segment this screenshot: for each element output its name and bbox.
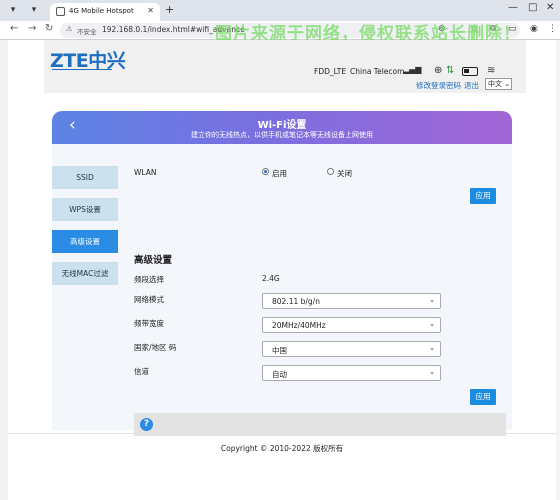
wlan-disable-label[interactable]: 关闭 [337, 168, 352, 179]
globe-icon: ⊕ [434, 65, 443, 76]
page-header: ZTE中兴 FDD_LTE China Telecom ▂▄▆ ⊕ ⇅ ≋ 修改… [44, 40, 526, 93]
reload-icon[interactable]: ↻ [45, 23, 53, 34]
bandwidth-value: 20MHz/40MHz [272, 321, 326, 330]
chevron-down-icon: ⌄ [429, 296, 435, 304]
bandwidth-label: 频带宽度 [134, 319, 164, 328]
new-tab-icon[interactable]: + [165, 3, 174, 16]
wifi-icon: ≋ [487, 65, 496, 76]
back-icon[interactable]: ← [10, 23, 18, 34]
chevron-down-icon: ⌄ [429, 320, 435, 328]
wlan-enable-label[interactable]: 启用 [272, 168, 287, 179]
settings-panel: SSID WPS设置 高级设置 无线MAC过滤 WLAN 启用 关闭 应用 高级… [52, 144, 512, 436]
wifi-settings-banner: ‹ Wi-Fi设置 建立你的无线热点，以供手机或笔记本等无线设备上网使用 [52, 111, 512, 144]
help-question-icon[interactable]: ? [140, 418, 153, 431]
copyright-text: Copyright © 2010-2022 版权所有 [220, 444, 344, 453]
footer-divider [8, 433, 556, 434]
insecure-warning-icon[interactable]: ⚠ [66, 25, 72, 33]
sidebar-item-wps[interactable]: WPS设置 [52, 198, 118, 221]
country-value: 中国 [272, 346, 287, 355]
page-favicon-icon [56, 7, 65, 16]
banner-title: Wi-Fi设置 [257, 120, 307, 131]
battery-icon [462, 67, 478, 76]
advanced-section-title: 高级设置 [134, 255, 173, 266]
router-admin-page: ZTE中兴 FDD_LTE China Telecom ▂▄▆ ⊕ ⇅ ≋ 修改… [8, 40, 556, 500]
sidebar-item-mac-filter[interactable]: 无线MAC过滤 [52, 262, 118, 285]
minimize-icon[interactable]: — [508, 2, 518, 13]
channel-label: 信道 [134, 367, 149, 376]
chevron-down-icon: ⌄ [429, 344, 435, 352]
band-label: 频段选择 [134, 275, 164, 284]
bandwidth-select[interactable]: 20MHz/40MHz ⌄ [262, 317, 441, 333]
tab-list-icon[interactable]: ▾ [27, 3, 41, 17]
operator-name: China Telecom [350, 67, 405, 76]
advanced-apply-button[interactable]: 应用 [470, 389, 496, 405]
chevron-down-icon: ⌄ [502, 80, 511, 88]
close-window-icon[interactable]: ✕ [546, 2, 554, 13]
banner-subtitle: 建立你的无线热点，以供手机或笔记本等无线设备上网使用 [191, 131, 373, 139]
network-mode-label: 网络模式 [134, 295, 164, 304]
maximize-icon[interactable]: □ [528, 2, 537, 13]
sidebar-item-advanced[interactable]: 高级设置 [52, 230, 118, 253]
close-tab-icon[interactable]: ✕ [147, 6, 154, 15]
language-select[interactable]: 中文 ⌄ [485, 78, 512, 90]
channel-select[interactable]: 自动 ⌄ [262, 365, 441, 381]
change-password-link[interactable]: 修改登录密码 [416, 80, 461, 91]
profile-icon[interactable]: ◉ [530, 24, 538, 34]
insecure-label: 不安全 [77, 28, 97, 36]
network-mode-value: 802.11 b/g/n [272, 297, 320, 306]
tab-title: 4G Mobile Hotspot [69, 7, 134, 15]
data-transfer-icon: ⇅ [446, 65, 455, 76]
tab-search-icon[interactable]: ▾ [6, 3, 20, 17]
advanced-settings-content: WLAN 启用 关闭 应用 高级设置 频段选择 2.4G 网络模式 802.11… [134, 144, 506, 436]
sidebar-item-ssid[interactable]: SSID [52, 166, 118, 189]
browser-tab[interactable]: 4G Mobile Hotspot ✕ [50, 3, 160, 21]
logo-underline [52, 69, 112, 70]
chevron-down-icon: ⌄ [429, 368, 435, 376]
country-label: 国家/地区 码 [134, 343, 177, 352]
signal-strength-icon: ▂▄▆ [403, 65, 422, 74]
browser-tab-bar: ▾ ▾ 4G Mobile Hotspot ✕ + — □ ✕ [0, 0, 560, 21]
country-select[interactable]: 中国 ⌄ [262, 341, 441, 357]
band-value: 2.4G [262, 274, 280, 283]
language-value: 中文 [488, 80, 502, 88]
wlan-apply-button[interactable]: 应用 [470, 188, 496, 204]
forward-icon[interactable]: → [28, 23, 36, 34]
wlan-enable-radio[interactable] [262, 168, 269, 175]
wlan-label: WLAN [134, 168, 157, 177]
network-mode-status: FDD_LTE [314, 67, 347, 76]
network-mode-select[interactable]: 802.11 b/g/n ⌄ [262, 293, 441, 309]
logout-link[interactable]: 退出 [464, 80, 479, 91]
channel-value: 自动 [272, 370, 287, 379]
browser-menu-icon[interactable]: ⋮ [548, 24, 557, 34]
wlan-disable-radio[interactable] [327, 168, 334, 175]
